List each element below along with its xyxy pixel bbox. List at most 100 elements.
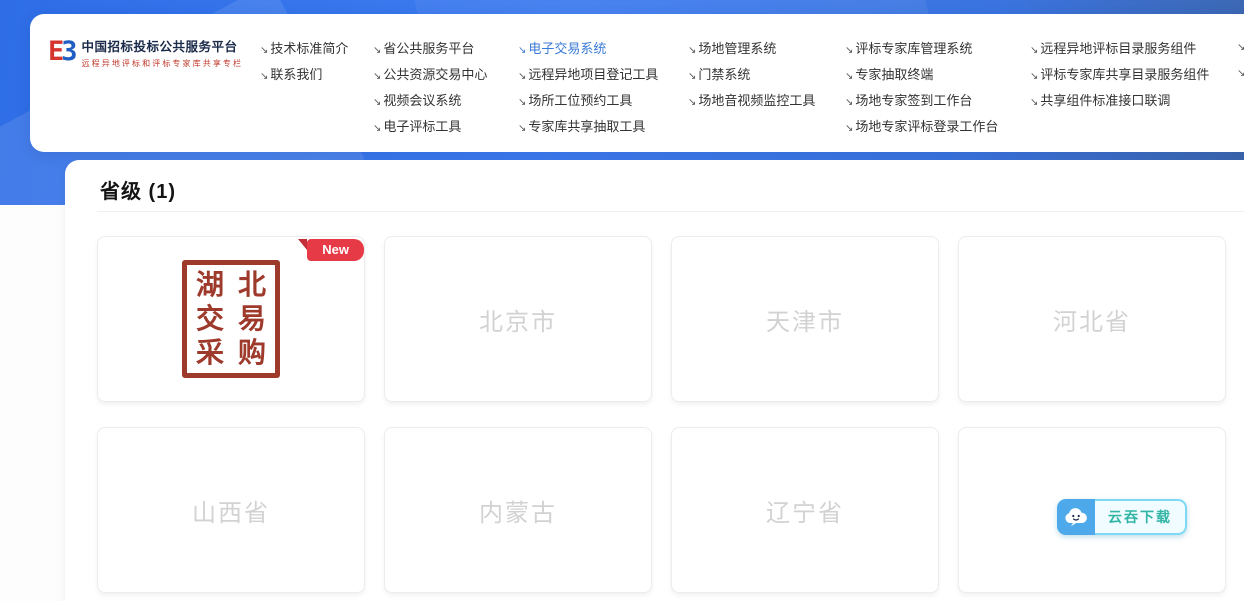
nav-item-workstation-booking[interactable]: ↘场所工位预约工具 bbox=[518, 90, 658, 108]
nav-item-video-conference[interactable]: ↘视频会议系统 bbox=[373, 90, 487, 108]
logo-icon: E 3 bbox=[48, 38, 75, 65]
site-logo[interactable]: E 3 中国招标投标公共服务平台 远程异地评标和评标专家库共享专栏 bbox=[48, 36, 243, 69]
page: E 3 中国招标投标公共服务平台 远程异地评标和评标专家库共享专栏 ↘技术标准简… bbox=[0, 0, 1244, 601]
nav-item-label: 评标专家库共享目录服务组件 bbox=[1040, 67, 1209, 82]
nav-item-clipped[interactable]: ↘ bbox=[1237, 38, 1244, 56]
nav-column-5: ↘评标专家库管理系统 ↘专家抽取终端 ↘场地专家签到工作台 ↘场地专家评标登录工… bbox=[845, 38, 998, 142]
nav-column-6: ↘远程异地评标目录服务组件 ↘评标专家库共享目录服务组件 ↘共享组件标准接口联调 bbox=[1030, 38, 1209, 116]
southeast-arrow-icon: ↘ bbox=[260, 71, 268, 82]
seal-char: 购 bbox=[231, 336, 273, 370]
southeast-arrow-icon: ↘ bbox=[845, 97, 853, 108]
southeast-arrow-icon: ↘ bbox=[1030, 97, 1038, 108]
nav-item-label: 场地管理系统 bbox=[698, 41, 776, 56]
nav-item-label: 公共资源交易中心 bbox=[383, 67, 487, 82]
southeast-arrow-icon: ↘ bbox=[373, 123, 381, 134]
main-content: 省级 (1) 湖 北 交 易 采 购 New 北京市 天津市 bbox=[65, 160, 1244, 601]
southeast-arrow-icon: ↘ bbox=[1030, 71, 1038, 82]
province-card-hebei[interactable]: 河北省 bbox=[958, 236, 1226, 402]
nav-item-label: 场所工位预约工具 bbox=[528, 93, 632, 108]
province-card-shanxi[interactable]: 山西省 bbox=[97, 427, 365, 593]
nav-column-1: ↘技术标准简介 ↘联系我们 bbox=[260, 38, 348, 90]
nav-item-expert-checkin-workbench[interactable]: ↘场地专家签到工作台 bbox=[845, 90, 998, 108]
southeast-arrow-icon: ↘ bbox=[373, 45, 381, 56]
province-label: 北京市 bbox=[479, 302, 557, 337]
nav-item-label: 视频会议系统 bbox=[383, 93, 461, 108]
nav-item-label: 远程异地评标目录服务组件 bbox=[1040, 41, 1196, 56]
nav-item-e-trading-system-active[interactable]: ↘电子交易系统 bbox=[518, 38, 658, 56]
new-badge: New bbox=[307, 239, 364, 261]
southeast-arrow-icon: ↘ bbox=[518, 123, 526, 134]
southeast-arrow-icon: ↘ bbox=[1237, 68, 1244, 79]
hubei-seal-logo: 湖 北 交 易 采 购 bbox=[182, 260, 280, 378]
province-card-tianjin[interactable]: 天津市 bbox=[671, 236, 939, 402]
nav-item-remote-project-registration[interactable]: ↘远程异地项目登记工具 bbox=[518, 64, 658, 82]
province-card-beijing[interactable]: 北京市 bbox=[384, 236, 652, 402]
province-label: 辽宁省 bbox=[766, 493, 844, 528]
seal-char: 湖 bbox=[189, 268, 231, 302]
nav-item-label: 技术标准简介 bbox=[270, 41, 348, 56]
nav-item-public-resource-center[interactable]: ↘公共资源交易中心 bbox=[373, 64, 487, 82]
province-card-neimenggu[interactable]: 内蒙古 bbox=[384, 427, 652, 593]
southeast-arrow-icon: ↘ bbox=[688, 45, 696, 56]
nav-item-label: 门禁系统 bbox=[698, 67, 750, 82]
nav-item-label: 评标专家库管理系统 bbox=[855, 41, 972, 56]
nav-item-label: 联系我们 bbox=[270, 67, 322, 82]
southeast-arrow-icon: ↘ bbox=[518, 71, 526, 82]
nav-item-expert-pool-extraction[interactable]: ↘专家库共享抽取工具 bbox=[518, 116, 658, 134]
nav-column-3: ↘电子交易系统 ↘远程异地项目登记工具 ↘场所工位预约工具 ↘专家库共享抽取工具 bbox=[518, 38, 658, 142]
southeast-arrow-icon: ↘ bbox=[1030, 45, 1038, 56]
nav-item-av-monitoring-tool[interactable]: ↘场地音视频监控工具 bbox=[688, 90, 815, 108]
nav-item-contact-us[interactable]: ↘联系我们 bbox=[260, 64, 348, 82]
nav-item-remote-catalog-service[interactable]: ↘远程异地评标目录服务组件 bbox=[1030, 38, 1209, 56]
nav-item-expert-db-management[interactable]: ↘评标专家库管理系统 bbox=[845, 38, 998, 56]
nav-item-expert-login-workbench[interactable]: ↘场地专家评标登录工作台 bbox=[845, 116, 998, 134]
cloud-download-label: 云吞下载 bbox=[1095, 499, 1187, 535]
site-subtitle: 远程异地评标和评标专家库共享专栏 bbox=[82, 58, 244, 69]
seal-char: 采 bbox=[189, 336, 231, 370]
cloud-download-widget[interactable]: 云吞下载 bbox=[1057, 499, 1187, 535]
southeast-arrow-icon: ↘ bbox=[845, 71, 853, 82]
nav-item-label: 电子评标工具 bbox=[383, 119, 461, 134]
nav-item-clipped[interactable]: ↘ bbox=[1237, 64, 1244, 82]
southeast-arrow-icon: ↘ bbox=[260, 45, 268, 56]
seal-char: 易 bbox=[231, 302, 273, 336]
nav-item-expert-db-catalog-service[interactable]: ↘评标专家库共享目录服务组件 bbox=[1030, 64, 1209, 82]
southeast-arrow-icon: ↘ bbox=[373, 71, 381, 82]
southeast-arrow-icon: ↘ bbox=[518, 45, 526, 56]
nav-item-venue-management[interactable]: ↘场地管理系统 bbox=[688, 38, 815, 56]
nav-column-2: ↘省公共服务平台 ↘公共资源交易中心 ↘视频会议系统 ↘电子评标工具 bbox=[373, 38, 487, 142]
section-divider bbox=[97, 211, 1244, 212]
nav-item-label: 省公共服务平台 bbox=[383, 41, 474, 56]
nav-item-label: 电子交易系统 bbox=[528, 41, 606, 56]
province-label: 河北省 bbox=[1053, 302, 1131, 337]
nav-item-label: 专家抽取终端 bbox=[855, 67, 933, 82]
nav-item-label: 场地专家评标登录工作台 bbox=[855, 119, 998, 134]
southeast-arrow-icon: ↘ bbox=[688, 97, 696, 108]
nav-item-provincial-platform[interactable]: ↘省公共服务平台 bbox=[373, 38, 487, 56]
nav-item-label: 场地专家签到工作台 bbox=[855, 93, 972, 108]
nav-column-4: ↘场地管理系统 ↘门禁系统 ↘场地音视频监控工具 bbox=[688, 38, 815, 116]
site-title: 中国招标投标公共服务平台 bbox=[82, 36, 244, 55]
province-label: 天津市 bbox=[766, 302, 844, 337]
nav-item-access-control[interactable]: ↘门禁系统 bbox=[688, 64, 815, 82]
nav-item-shared-component-debug[interactable]: ↘共享组件标准接口联调 bbox=[1030, 90, 1209, 108]
header: E 3 中国招标投标公共服务平台 远程异地评标和评标专家库共享专栏 ↘技术标准简… bbox=[30, 14, 1244, 152]
province-card-empty[interactable]: 云吞下载 bbox=[958, 427, 1226, 593]
seal-char: 北 bbox=[231, 268, 273, 302]
southeast-arrow-icon: ↘ bbox=[518, 97, 526, 108]
nav-item-label: 共享组件标准接口联调 bbox=[1040, 93, 1170, 108]
province-label: 内蒙古 bbox=[479, 493, 557, 528]
province-grid: 湖 北 交 易 采 购 New 北京市 天津市 河北省 山西省 bbox=[97, 236, 1226, 593]
southeast-arrow-icon: ↘ bbox=[1237, 42, 1244, 53]
nav-item-tech-standards[interactable]: ↘技术标准简介 bbox=[260, 38, 348, 56]
section-title: 省级 (1) bbox=[100, 175, 176, 204]
province-card-liaoning[interactable]: 辽宁省 bbox=[671, 427, 939, 593]
province-card-hubei[interactable]: 湖 北 交 易 采 购 New bbox=[97, 236, 365, 402]
logo-mark-right: 3 bbox=[61, 38, 74, 65]
nav-item-label: 远程异地项目登记工具 bbox=[528, 67, 658, 82]
nav-item-label: 专家库共享抽取工具 bbox=[528, 119, 645, 134]
logo-mark-left: E bbox=[48, 38, 61, 65]
nav-item-e-evaluation-tool[interactable]: ↘电子评标工具 bbox=[373, 116, 487, 134]
logo-text: 中国招标投标公共服务平台 远程异地评标和评标专家库共享专栏 bbox=[82, 36, 244, 69]
nav-item-expert-extraction-terminal[interactable]: ↘专家抽取终端 bbox=[845, 64, 998, 82]
